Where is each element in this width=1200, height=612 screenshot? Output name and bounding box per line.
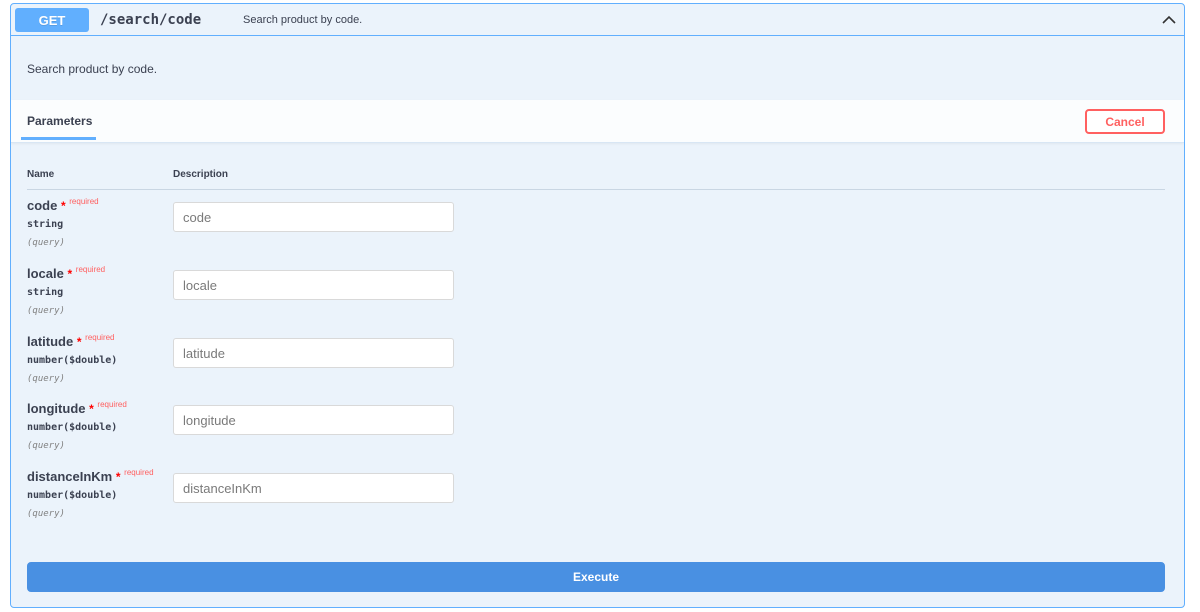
tab-parameters[interactable]: Parameters xyxy=(27,114,92,128)
column-header-description: Description xyxy=(173,169,229,180)
column-header-name: Name xyxy=(27,169,55,180)
execute-button[interactable]: Execute xyxy=(27,562,1165,592)
operation-description: Search product by code. xyxy=(27,62,158,76)
parameter-name: distanceInKm * required xyxy=(27,468,154,484)
parameter-location: (query) xyxy=(27,238,65,248)
parameters-header: Parameters Cancel xyxy=(11,100,1184,143)
longitude-input[interactable] xyxy=(173,405,454,435)
required-label: required xyxy=(85,333,115,342)
header-divider xyxy=(27,189,1165,190)
parameter-type: string xyxy=(27,219,64,230)
summary-description: Search product by code. xyxy=(243,14,363,26)
parameter-row-code: code * required string (query) xyxy=(27,197,1167,262)
parameter-location: (query) xyxy=(27,306,65,316)
http-method-badge: GET xyxy=(15,8,89,32)
parameter-row-longitude: longitude * required number($double) (qu… xyxy=(27,400,1167,465)
required-label: required xyxy=(75,265,106,274)
parameter-row-distanceinkm: distanceInKm * required number($double) … xyxy=(27,468,1167,533)
parameter-type: string xyxy=(27,287,64,298)
required-label: required xyxy=(69,197,99,206)
operation-summary[interactable]: GET /search/code Search product by code. xyxy=(11,4,1184,36)
distanceinkm-input[interactable] xyxy=(173,473,454,503)
required-star: * xyxy=(115,470,121,484)
parameter-type: number($double) xyxy=(27,355,118,366)
required-label: required xyxy=(97,400,127,409)
parameter-location: (query) xyxy=(27,441,65,451)
parameter-name: locale * required xyxy=(27,265,106,281)
parameter-location: (query) xyxy=(27,374,65,384)
endpoint-path: /search/code xyxy=(100,12,202,28)
required-star: * xyxy=(89,402,94,416)
parameter-name: longitude * required xyxy=(27,400,127,416)
cancel-button[interactable]: Cancel xyxy=(1085,109,1165,134)
operation-block: GET /search/code Search product by code.… xyxy=(10,3,1185,608)
latitude-input[interactable] xyxy=(173,338,454,368)
parameter-type: number($double) xyxy=(27,490,118,501)
parameter-location: (query) xyxy=(27,509,65,519)
required-star: * xyxy=(76,335,82,349)
parameter-row-locale: locale * required string (query) xyxy=(27,265,1167,330)
locale-input[interactable] xyxy=(173,270,454,300)
parameter-type: number($double) xyxy=(27,422,118,433)
parameter-name: latitude * required xyxy=(27,333,115,349)
required-label: required xyxy=(124,468,154,477)
parameter-name: code * required xyxy=(27,197,99,213)
chevron-up-icon[interactable] xyxy=(1160,11,1178,29)
tab-active-indicator xyxy=(21,137,96,140)
required-star: * xyxy=(60,199,66,213)
required-star: * xyxy=(67,267,73,281)
parameter-row-latitude: latitude * required number($double) (que… xyxy=(27,333,1167,398)
code-input[interactable] xyxy=(173,202,454,232)
